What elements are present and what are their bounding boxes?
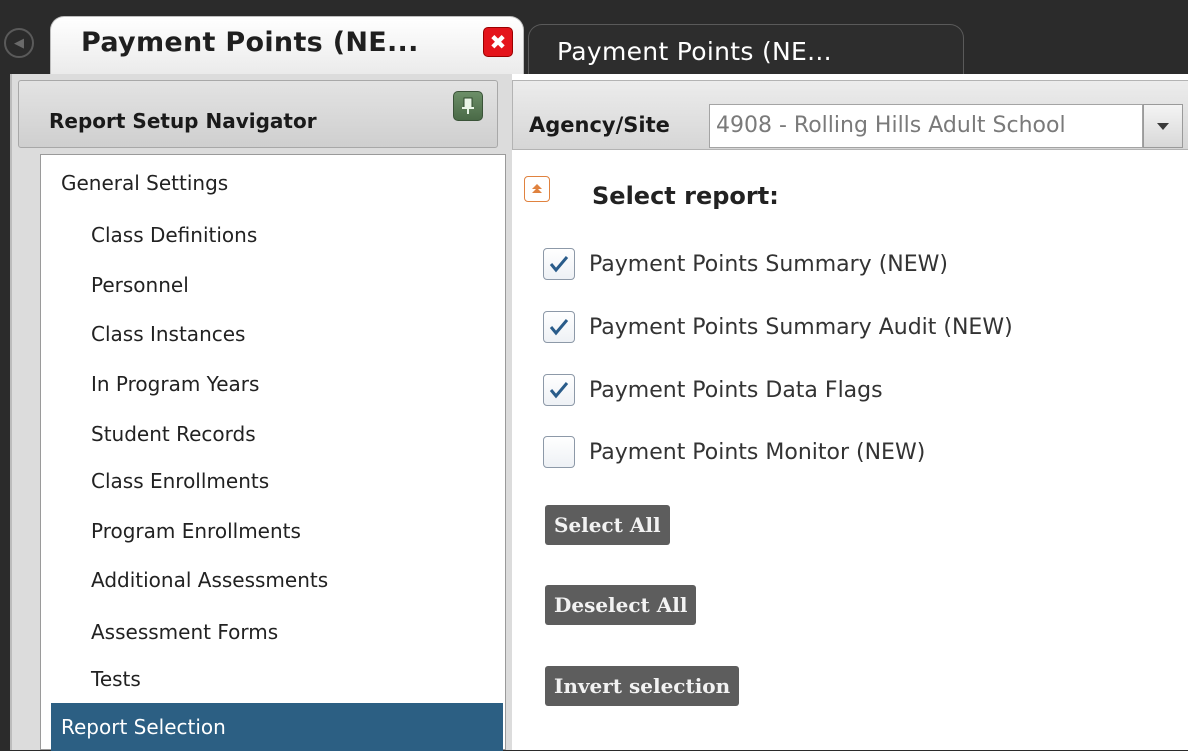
pin-icon[interactable] [453, 91, 483, 121]
nav-item-additional-assessments[interactable]: Additional Assessments [91, 568, 328, 592]
navigator-title: Report Setup Navigator [49, 109, 317, 133]
close-icon[interactable]: ✖ [483, 27, 513, 57]
navigator-header: Report Setup Navigator [18, 80, 498, 148]
dropdown-glyph [1157, 122, 1169, 130]
agency-site-label: Agency/Site [529, 113, 670, 137]
report-setup-navigator: Report Setup Navigator General Settings … [12, 74, 508, 751]
select-all-button[interactable]: Select All [545, 505, 670, 545]
deselect-all-button[interactable]: Deselect All [545, 585, 697, 625]
tab-payment-points-active[interactable]: Payment Points (NE... ✖ [50, 16, 524, 76]
navigator-list: General Settings Class Definitions Perso… [40, 154, 506, 751]
report-label: Payment Points Data Flags [589, 377, 883, 403]
collapse-up-icon[interactable] [524, 176, 550, 202]
tab-payment-points-inactive[interactable]: Payment Points (NE... [528, 24, 964, 74]
chevron-down-icon[interactable] [1143, 104, 1183, 148]
nav-item-class-enrollments[interactable]: Class Enrollments [91, 469, 269, 493]
checkmark-icon [549, 382, 569, 399]
nav-item-general-settings[interactable]: General Settings [61, 171, 228, 195]
report-checkbox-checked[interactable] [543, 374, 575, 406]
report-label: Payment Points Monitor (NEW) [589, 439, 926, 465]
report-option-summary-audit[interactable]: Payment Points Summary Audit (NEW) [543, 311, 1013, 343]
tab-title: Payment Points (NE... [557, 37, 832, 66]
report-option-data-flags[interactable]: Payment Points Data Flags [543, 374, 883, 406]
select-report-title: Select report: [592, 182, 779, 210]
checkmark-icon [549, 256, 569, 273]
nav-item-personnel[interactable]: Personnel [91, 273, 189, 297]
report-checkbox-unchecked[interactable] [543, 436, 575, 468]
nav-item-tests[interactable]: Tests [91, 667, 141, 691]
report-option-monitor[interactable]: Payment Points Monitor (NEW) [543, 436, 925, 468]
nav-item-class-definitions[interactable]: Class Definitions [91, 223, 257, 247]
nav-item-report-selection[interactable]: Report Selection [51, 703, 503, 751]
nav-item-student-records[interactable]: Student Records [91, 422, 256, 446]
checkmark-icon [549, 319, 569, 336]
nav-item-program-enrollments[interactable]: Program Enrollments [91, 519, 301, 543]
agency-bar: Agency/Site 4908 - Rolling Hills Adult S… [512, 80, 1188, 150]
agency-site-select[interactable]: 4908 - Rolling Hills Adult School [709, 104, 1143, 148]
report-label: Payment Points Summary (NEW) [589, 251, 948, 277]
report-checkbox-checked[interactable] [543, 248, 575, 280]
report-checkbox-checked[interactable] [543, 311, 575, 343]
nav-item-class-instances[interactable]: Class Instances [91, 322, 245, 346]
scroll-left-icon[interactable]: ◀ [4, 28, 34, 58]
report-label: Payment Points Summary Audit (NEW) [589, 314, 1013, 340]
report-option-summary[interactable]: Payment Points Summary (NEW) [543, 248, 948, 280]
agency-site-value: 4908 - Rolling Hills Adult School [716, 113, 1066, 138]
nav-item-in-program-years[interactable]: In Program Years [91, 372, 259, 396]
collapse-glyph [532, 184, 542, 193]
tab-strip: ◀ Payment Points (NE... ✖ Payment Points… [0, 0, 1188, 76]
report-content-panel: Agency/Site 4908 - Rolling Hills Adult S… [512, 74, 1188, 750]
tab-title: Payment Points (NE... [81, 27, 419, 58]
invert-selection-button[interactable]: Invert selection [545, 666, 740, 706]
nav-item-assessment-forms[interactable]: Assessment Forms [91, 620, 278, 644]
pin-glyph [462, 97, 474, 114]
